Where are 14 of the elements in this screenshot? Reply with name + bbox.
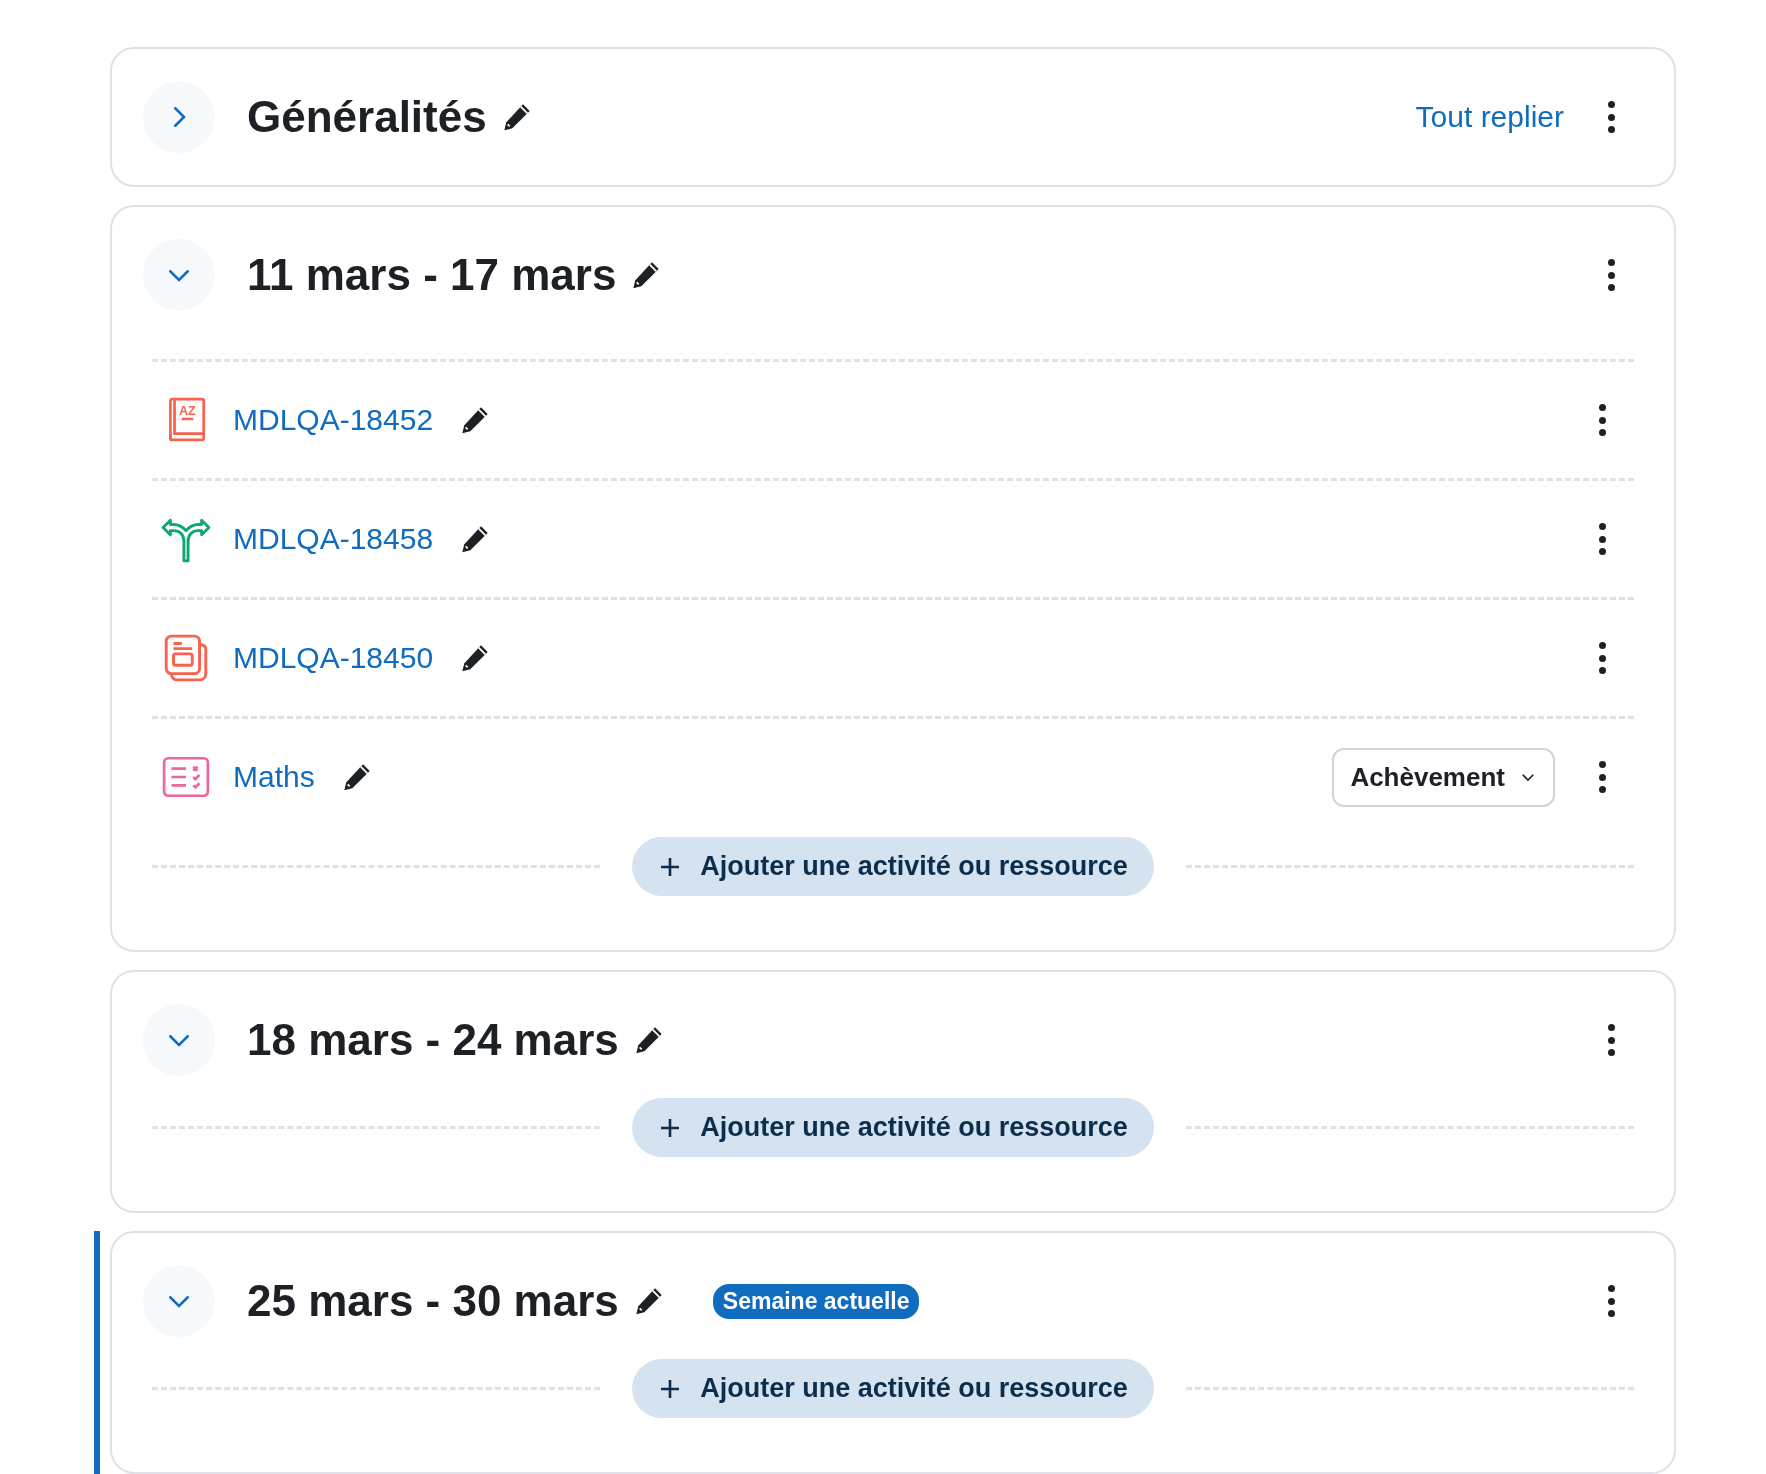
activity-link[interactable]: MDLQA-18458: [233, 522, 434, 556]
section-title: Généralités: [247, 92, 487, 142]
add-activity-button[interactable]: Ajouter une activité ou ressource: [632, 837, 1154, 896]
status-badge: Semaine actuelle: [712, 1283, 920, 1319]
section-title: 25 mars - 30 mars: [247, 1276, 619, 1326]
activity-link[interactable]: Maths: [233, 760, 315, 794]
section-title: 11 mars - 17 mars: [247, 250, 617, 300]
activity-link[interactable]: MDLQA-18450: [233, 641, 434, 675]
section-title: 18 mars - 24 mars: [247, 1015, 619, 1065]
add-activity-button[interactable]: Ajouter une activité ou ressource: [632, 1098, 1154, 1157]
add-activity-button[interactable]: Ajouter une activité ou ressource: [632, 1359, 1154, 1418]
completion-dropdown[interactable]: Achèvement: [1332, 747, 1555, 807]
activity-link[interactable]: MDLQA-18452: [233, 403, 434, 437]
collapse-all-link[interactable]: Tout replier: [1415, 100, 1564, 134]
